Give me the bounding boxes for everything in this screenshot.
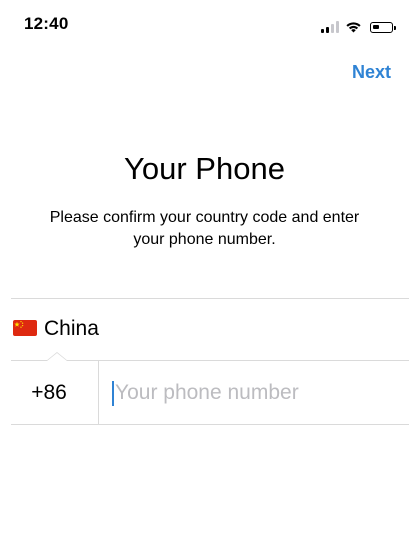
- pointer-caret: [47, 353, 67, 361]
- signal-icon: [321, 21, 339, 33]
- phone-number-input[interactable]: [112, 379, 395, 407]
- country-name: China: [44, 317, 99, 340]
- wifi-icon: [346, 22, 361, 33]
- divider-bottom: [11, 424, 409, 425]
- battery-icon: [370, 22, 396, 33]
- phone-row: +86: [0, 361, 409, 424]
- page-subtitle: Please confirm your country code and ent…: [49, 209, 360, 248]
- text-cursor: [112, 381, 114, 406]
- status-icons: [321, 17, 396, 33]
- code-separator: [98, 361, 99, 424]
- china-flag-icon: [13, 320, 37, 336]
- status-bar: 12:40: [0, 0, 409, 50]
- country-selector[interactable]: China: [0, 298, 409, 360]
- country-code[interactable]: +86: [0, 381, 98, 405]
- next-button[interactable]: Next: [352, 62, 391, 83]
- page-title: Your Phone: [124, 151, 285, 186]
- status-time: 12:40: [24, 14, 69, 33]
